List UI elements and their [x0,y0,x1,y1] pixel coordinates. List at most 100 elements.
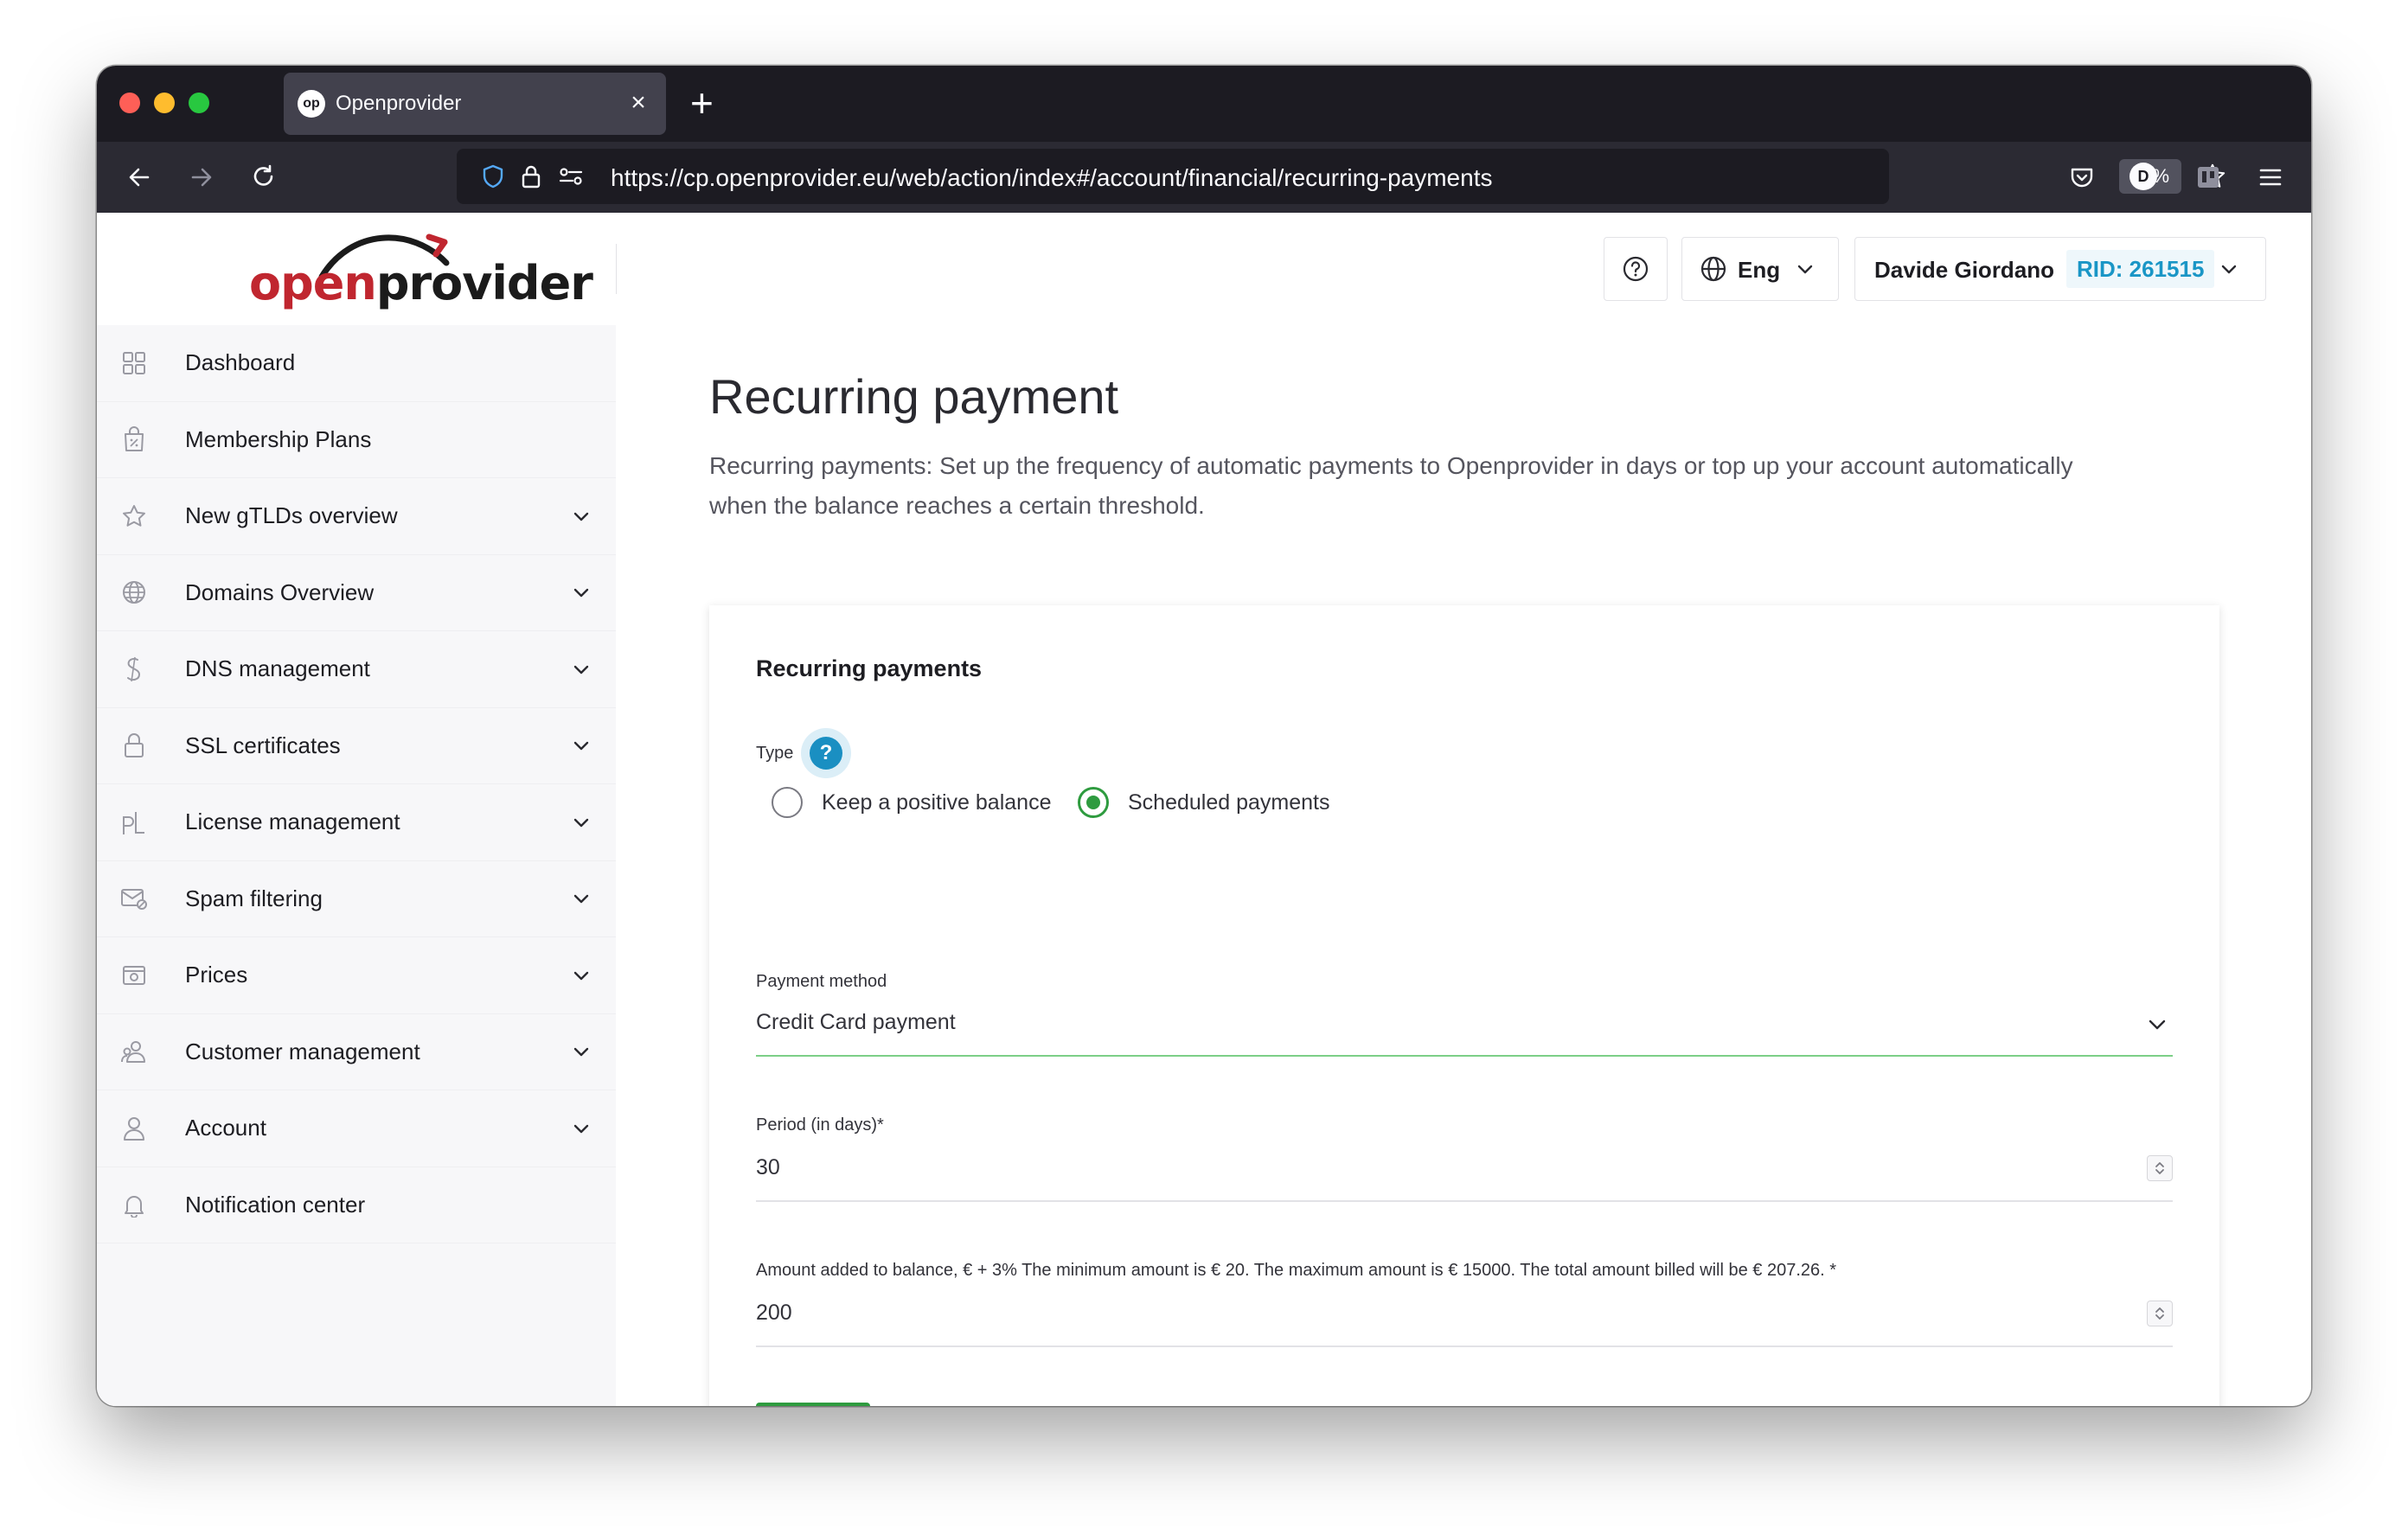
url-bar[interactable]: https://cp.openprovider.eu/web/action/in… [457,149,2225,204]
sidebar-item-membership-plans[interactable]: Membership Plans [97,402,616,478]
sidebar: openprovider Dashboard Membership Plans [97,213,616,1406]
logo-area: openprovider [97,213,616,325]
chevron-down-icon[interactable] [571,1041,592,1062]
amount-input[interactable]: 200 [756,1301,792,1326]
period-input[interactable]: 30 [756,1155,780,1180]
customers-icon [119,1037,149,1066]
amount-stepper[interactable] [2147,1301,2173,1326]
chevron-down-icon[interactable] [571,812,592,833]
language-label: Eng [1738,257,1781,283]
dns-icon [119,655,149,684]
sidebar-item-label: SSL certificates [185,732,341,758]
sidebar-item-prices[interactable]: Prices [97,937,616,1014]
sidebar-item-spam-filtering[interactable]: Spam filtering [97,861,616,937]
radio-scheduled-payments[interactable] [1078,787,1109,818]
radio-keep-positive-balance[interactable] [772,787,803,818]
user-name: Davide Giordano [1874,257,2055,283]
sidebar-item-dns-management[interactable]: DNS management [97,631,616,708]
pocket-icon[interactable] [2062,157,2102,197]
bag-icon [119,425,149,454]
chevron-down-icon[interactable] [2145,1012,2169,1036]
page: openprovider Dashboard Membership Plans [97,213,2311,1406]
chevron-down-icon[interactable] [571,1118,592,1139]
chevron-down-icon [1797,265,1813,274]
sidebar-item-dashboard[interactable]: Dashboard [97,325,616,402]
chevron-down-icon[interactable] [571,506,592,527]
sidebar-item-label: Account [185,1115,266,1141]
chevron-down-icon[interactable] [571,582,592,603]
radio-label-scheduled-payments[interactable]: Scheduled payments [1128,790,1329,815]
globe-icon [1700,256,1726,282]
new-tab-icon[interactable]: + [690,78,714,128]
sidebar-menu: Dashboard Membership Plans New gTLDs ove… [97,325,616,1243]
sidebar-item-account[interactable]: Account [97,1090,616,1167]
divider [616,244,617,294]
url-text[interactable]: https://cp.openprovider.eu/web/action/in… [611,164,1492,192]
payment-method-underline [756,1055,2173,1057]
user-icon [119,1114,149,1143]
tab-title: Openprovider [336,92,462,115]
recurring-payments-card: Recurring payments Type ? Keep a positiv… [709,605,2219,1406]
grid-icon [119,348,149,378]
sidebar-item-label: Spam filtering [185,885,323,911]
period-stepper[interactable] [2147,1155,2173,1181]
sidebar-item-label: Dashboard [185,349,296,376]
chevron-down-icon[interactable] [571,888,592,909]
openprovider-logo[interactable]: openprovider [249,256,593,310]
sidebar-item-label: License management [185,809,400,835]
tab-strip: op Openprovider × + [97,66,2311,142]
profile-avatar[interactable]: D [2129,163,2157,190]
star-icon [119,502,149,531]
lock-icon[interactable] [517,163,545,190]
back-arrow-icon[interactable] [119,157,159,197]
prices-icon [119,961,149,990]
maximize-window-button[interactable] [189,93,209,113]
sidebar-item-new-gtlds[interactable]: New gTLDs overview [97,478,616,555]
page-title: Recurring payment [709,369,1119,424]
logo-text-open: open [249,256,377,310]
sidebar-item-label: DNS management [185,655,370,682]
chevron-down-icon[interactable] [571,659,592,680]
sidebar-item-label: Customer management [185,1038,420,1064]
sidebar-item-label: Notification center [185,1191,366,1218]
payment-method-select[interactable]: Credit Card payment [756,1010,956,1035]
language-selector[interactable]: Eng [1681,237,1839,301]
help-button[interactable] [1604,237,1668,301]
question-mark-icon: ? [810,737,842,770]
reload-icon[interactable] [244,157,284,197]
navigation-bar: https://cp.openprovider.eu/web/action/in… [97,142,2311,213]
sidebar-item-label: New gTLDs overview [185,502,398,529]
minimize-window-button[interactable] [154,93,175,113]
close-tab-icon[interactable]: × [623,86,654,119]
chevron-down-icon[interactable] [571,965,592,986]
permissions-icon[interactable] [557,163,585,190]
sidebar-item-notification-center[interactable]: Notification center [97,1167,616,1243]
mail-filter-icon [119,884,149,913]
period-underline [756,1200,2173,1202]
amount-underline [756,1345,2173,1347]
radio-label-keep-positive-balance[interactable]: Keep a positive balance [822,790,1051,815]
type-help-button[interactable]: ? [801,728,851,778]
browser-tab[interactable]: op Openprovider × [284,73,666,135]
sidebar-item-label: Domains Overview [185,578,375,605]
close-window-button[interactable] [119,93,140,113]
lock-icon [119,731,149,760]
sidebar-item-license-management[interactable]: License management [97,784,616,861]
bell-icon [119,1190,149,1219]
browser-window: op Openprovider × + https://cp.openprovi… [97,66,2311,1406]
submit-button[interactable] [756,1403,870,1406]
tracking-shield-icon[interactable] [479,163,507,190]
chevron-down-icon[interactable] [571,735,592,756]
extension-icon[interactable] [2188,157,2228,197]
hamburger-menu-icon[interactable] [2251,157,2290,197]
openprovider-favicon-icon: op [298,90,325,118]
sidebar-item-label: Prices [185,962,248,988]
chevron-down-icon [2221,265,2237,274]
forward-arrow-icon[interactable] [182,157,221,197]
sidebar-item-ssl-certificates[interactable]: SSL certificates [97,708,616,784]
sidebar-item-customer-management[interactable]: Customer management [97,1014,616,1090]
reseller-id-badge: RID: 261515 [2066,250,2215,288]
logo-text-provider: provider [375,256,593,310]
sidebar-item-domains-overview[interactable]: Domains Overview [97,555,616,631]
user-menu[interactable]: Davide Giordano RID: 261515 [1854,237,2266,301]
